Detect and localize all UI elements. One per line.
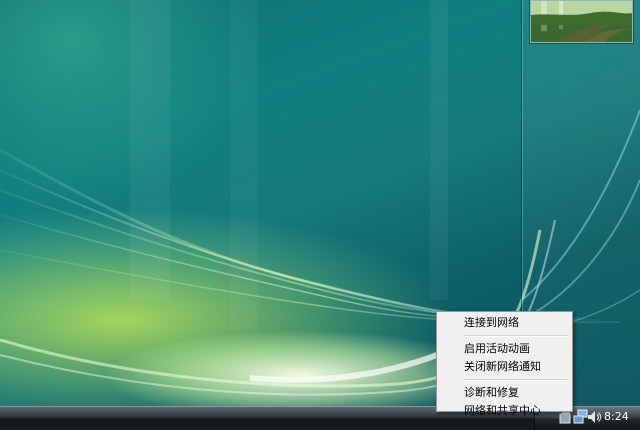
menu-separator: [464, 335, 568, 337]
clock[interactable]: 8:24: [604, 409, 629, 425]
menu-item-connect-to-network[interactable]: 连接到网络: [439, 314, 570, 332]
menu-separator: [464, 379, 568, 381]
menu-item-enable-activity-animation[interactable]: 启用活动动画: [439, 340, 570, 358]
menu-item-turn-off-new-network-notification[interactable]: 关闭新网络通知: [439, 358, 570, 376]
desktop[interactable]: 8:24 连接到网络 启用活动动画 关闭新网络通知 诊断和修复 网络和共享中心: [0, 0, 640, 430]
menu-item-network-and-sharing-center[interactable]: 网络和共享中心: [439, 402, 570, 420]
slideshow-gadget[interactable]: [530, 0, 633, 43]
menu-item-diagnose-and-repair[interactable]: 诊断和修复: [439, 384, 570, 402]
network-context-menu: 连接到网络 启用活动动画 关闭新网络通知 诊断和修复 网络和共享中心: [436, 311, 573, 417]
forest-path-image: [531, 1, 632, 42]
volume-icon[interactable]: [586, 409, 602, 425]
